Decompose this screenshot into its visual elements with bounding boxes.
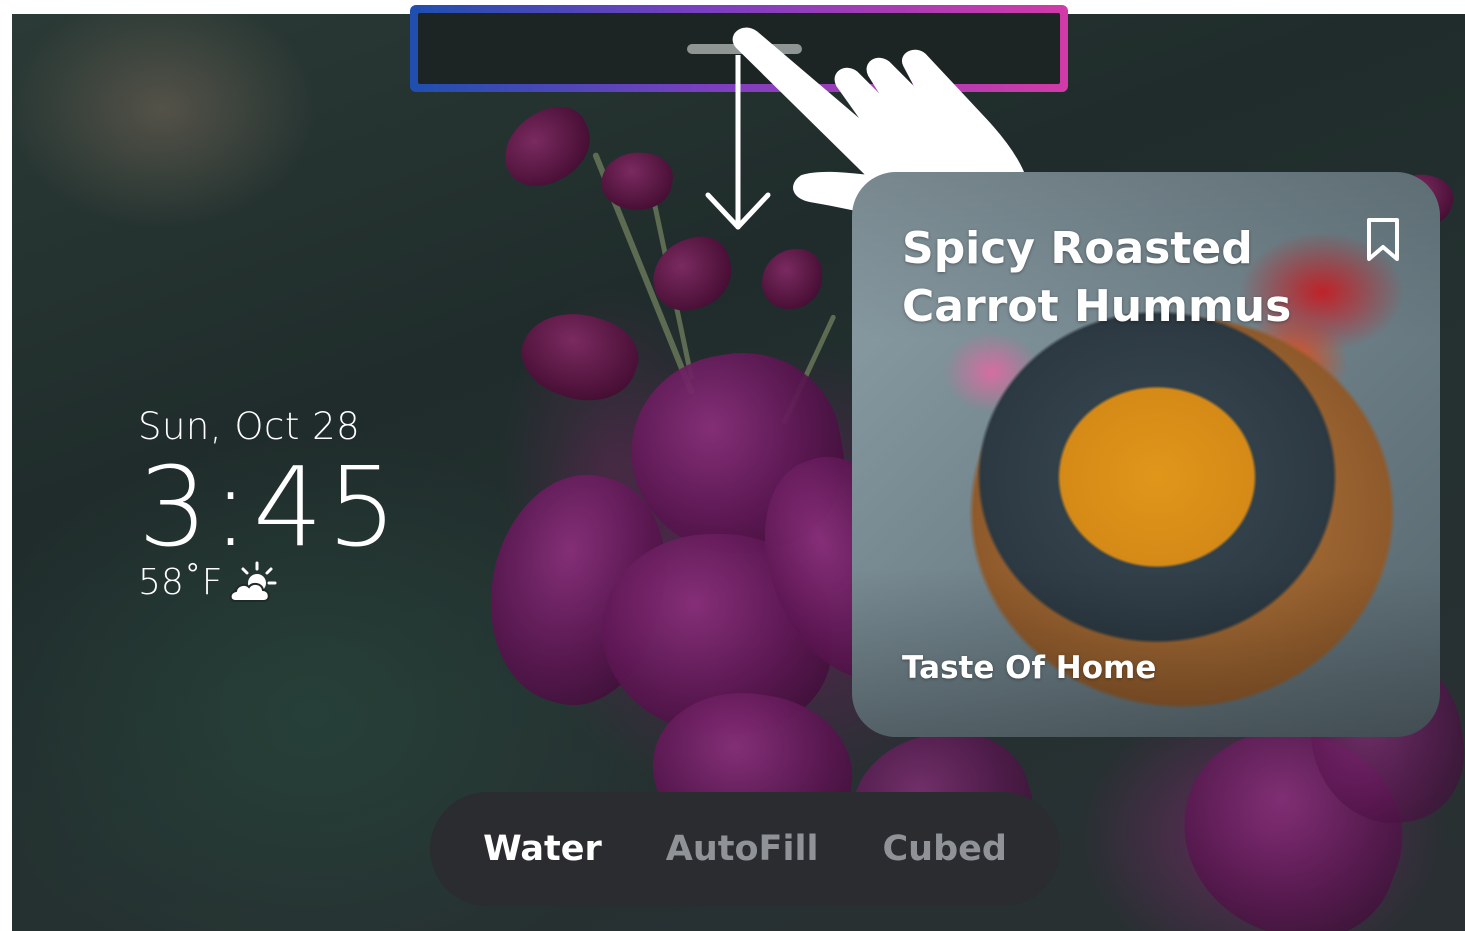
recipe-card[interactable]: Spicy Roasted Carrot Hummus Taste Of Hom… [852,172,1440,737]
time-label: 3:45 [138,443,402,571]
dispenser-mode-bar: Water AutoFill Cubed [430,792,1060,906]
partly-sunny-icon [229,561,277,602]
recipe-title: Spicy Roasted Carrot Hummus [902,223,1292,332]
clock-widget: Sun, Oct 28 3:45 58˚F [138,405,401,605]
mode-autofill-button[interactable]: AutoFill [634,829,851,869]
mode-cubed-button[interactable]: Cubed [850,829,1038,869]
bookmark-icon[interactable] [1365,217,1401,263]
mode-water-button[interactable]: Water [451,829,634,869]
temperature-label: 58˚F [138,562,223,603]
recipe-source: Taste Of Home [902,650,1157,686]
